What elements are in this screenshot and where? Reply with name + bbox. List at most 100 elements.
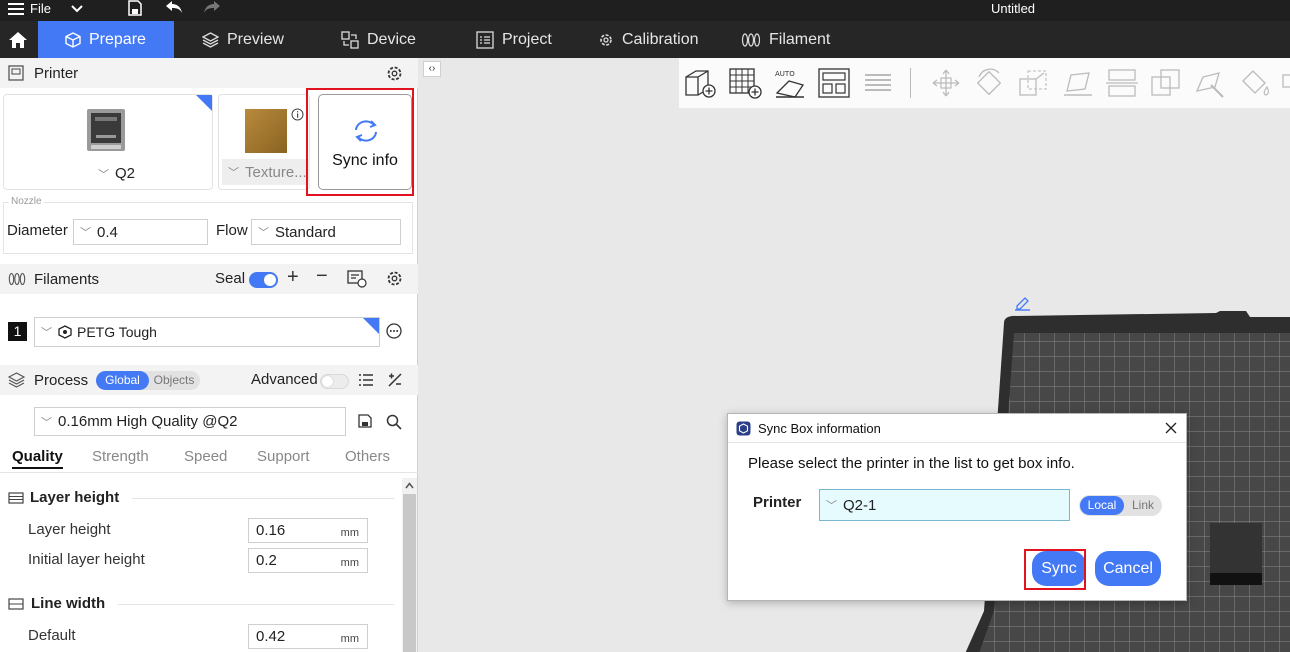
chevron-down-icon: ﹀ (98, 168, 109, 181)
group-title-layer-height: Layer height (30, 489, 120, 506)
highlight-box (1024, 549, 1086, 590)
close-icon[interactable] (1165, 422, 1177, 434)
info-icon[interactable] (291, 108, 304, 121)
edit-plate-name-icon[interactable] (1014, 295, 1032, 311)
tab-calibration[interactable]: Calibration (598, 21, 698, 58)
layer-height-input[interactable]: 0.16 mm (248, 518, 368, 543)
list-icon[interactable] (358, 373, 374, 387)
boolean-icon[interactable] (1149, 67, 1183, 99)
title-bar: File Untitled (0, 0, 1290, 21)
add-plate-icon[interactable] (728, 67, 762, 99)
tab-prepare[interactable]: Prepare (38, 21, 174, 58)
layer-height-value: 0.16 (256, 522, 286, 539)
process-preset-select[interactable]: ﹀ 0.16mm High Quality @Q2 (34, 407, 346, 436)
filament-index-badge[interactable]: 1 (8, 322, 27, 341)
lay-on-face-icon[interactable] (1061, 67, 1095, 99)
filament-select[interactable]: ﹀ PETG Tough (34, 317, 380, 347)
initial-layer-height-label: Initial layer height (28, 551, 145, 568)
mode-link-option[interactable]: Link (1124, 496, 1162, 515)
mode-local-option[interactable]: Local (1080, 496, 1124, 515)
cancel-button[interactable]: Cancel (1095, 551, 1161, 586)
home-button[interactable] (0, 21, 36, 58)
sync-filament-icon[interactable] (347, 270, 367, 288)
arrange-icon[interactable] (817, 67, 851, 99)
default-line-width-input[interactable]: 0.42 mm (248, 624, 368, 649)
section-title: Printer (34, 64, 79, 82)
layer-height-label: Layer height (28, 521, 111, 538)
svg-text:AUTO: AUTO (775, 70, 795, 78)
highlight-box (306, 88, 414, 196)
color-paint-icon[interactable] (1237, 67, 1271, 99)
seal-toggle[interactable] (249, 272, 278, 288)
tab-others[interactable]: Others (345, 448, 390, 465)
process-section-header: Process Global Objects Advanced (0, 365, 418, 395)
layers-icon (202, 31, 219, 48)
plate-card[interactable]: ﹀ Texture... (218, 94, 310, 190)
plate-dropdown[interactable]: ﹀ Texture... (222, 159, 310, 185)
list-icon (476, 30, 494, 49)
scale-icon[interactable] (1017, 67, 1051, 99)
diameter-value: 0.4 (97, 223, 118, 241)
tab-speed[interactable]: Speed (184, 448, 227, 465)
rotate-icon[interactable] (973, 67, 1007, 99)
dialog-message: Please select the printer in the list to… (748, 455, 1075, 472)
flow-select[interactable]: ﹀ Standard (251, 219, 401, 245)
filament-icon (8, 272, 26, 286)
unit-label: mm (340, 633, 359, 645)
printer-icon (8, 65, 24, 81)
scope-global-option[interactable]: Global (96, 371, 149, 390)
main-tab-bar: Prepare Preview Device Project Calibrati… (0, 21, 1290, 58)
printer-dropdown[interactable]: ﹀ Q2 (92, 165, 135, 182)
more-tools-icon[interactable] (1281, 67, 1290, 99)
scope-objects-option[interactable]: Objects (149, 371, 199, 390)
add-object-icon[interactable] (683, 67, 717, 99)
slice-layers-icon[interactable] (861, 67, 895, 99)
printer-name: Q2 (115, 165, 136, 182)
save-icon[interactable] (358, 414, 372, 428)
scroll-up-icon[interactable] (405, 482, 414, 489)
cut-icon[interactable] (1105, 67, 1139, 99)
tab-quality[interactable]: Quality (12, 448, 63, 469)
layer-height-icon (8, 492, 24, 504)
nozzle-legend: Nozzle (9, 196, 44, 207)
advanced-toggle[interactable] (320, 374, 349, 389)
gear-icon[interactable] (386, 270, 403, 287)
diameter-select[interactable]: ﹀ 0.4 (73, 219, 208, 245)
collapse-sidebar-button[interactable]: ‹› (423, 61, 441, 77)
tab-device[interactable]: Device (341, 21, 416, 58)
printer-select[interactable]: ﹀ Q2-1 (819, 489, 1070, 521)
toolbar-separator (910, 68, 911, 98)
search-icon[interactable] (386, 414, 402, 430)
unit-label: mm (340, 527, 359, 539)
tab-project[interactable]: Project (476, 21, 552, 58)
tab-label: Calibration (622, 30, 699, 48)
printer-card[interactable]: ﹀ Q2 (3, 94, 213, 190)
connection-mode-toggle[interactable]: Local Link (1079, 495, 1162, 516)
tab-filament[interactable]: Filament (741, 21, 830, 58)
support-paint-icon[interactable] (1193, 67, 1227, 99)
scope-toggle[interactable]: Global Objects (96, 371, 200, 390)
scrollbar-thumb[interactable] (403, 494, 416, 652)
left-sidebar: Printer ﹀ Q2 ﹀ Texture... Sync info Nozz… (0, 58, 418, 652)
dialog-title: Sync Box information (758, 421, 881, 436)
tab-label: Device (367, 30, 416, 48)
remove-filament-button[interactable]: − (316, 265, 328, 288)
gear-icon[interactable] (386, 65, 403, 82)
tab-strength[interactable]: Strength (92, 448, 149, 465)
tab-preview[interactable]: Preview (202, 21, 284, 58)
compare-icon[interactable] (387, 372, 403, 388)
move-icon[interactable] (929, 67, 963, 99)
more-options-icon[interactable] (386, 323, 402, 339)
flow-value: Standard (275, 223, 336, 241)
add-filament-button[interactable]: + (287, 266, 299, 289)
auto-orient-icon[interactable]: AUTO (773, 67, 807, 99)
process-preset-name: 0.16mm High Quality @Q2 (58, 413, 238, 430)
layers-icon (8, 372, 25, 388)
tab-support[interactable]: Support (257, 448, 310, 465)
cube-icon (65, 31, 81, 48)
filament-name: PETG Tough (77, 324, 157, 340)
printer-select-value: Q2-1 (843, 496, 877, 514)
scrollbar-track[interactable] (402, 478, 417, 652)
sync-box-dialog: Sync Box information Please select the p… (727, 413, 1187, 601)
initial-layer-height-input[interactable]: 0.2 mm (248, 548, 368, 573)
